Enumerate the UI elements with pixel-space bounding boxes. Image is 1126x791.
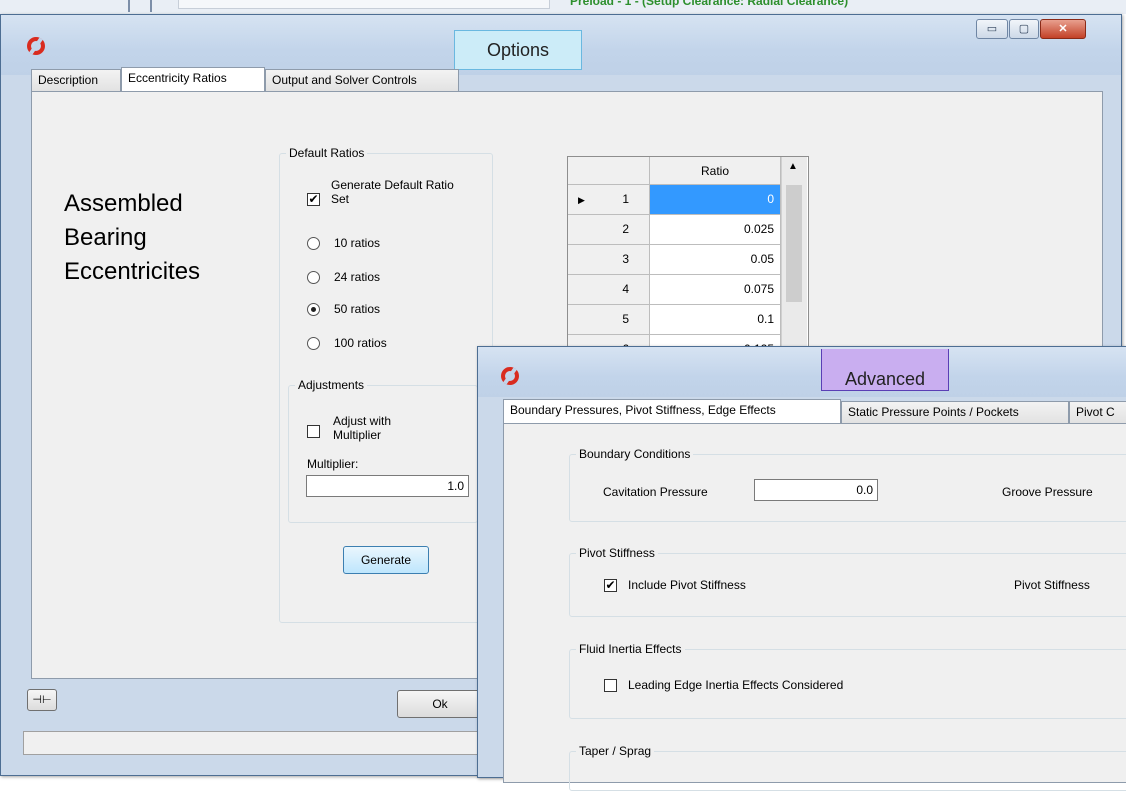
options-title: Options (454, 30, 582, 70)
cavitation-pressure-label: Cavitation Pressure (603, 485, 708, 499)
row-header[interactable]: 2 (568, 215, 650, 245)
tab-pivot[interactable]: Pivot C (1069, 401, 1126, 423)
ok-button[interactable]: Ok (397, 690, 483, 718)
adjust-multiplier-label: Adjust with Multiplier (333, 414, 392, 442)
tab-eccentricity-ratios[interactable]: Eccentricity Ratios (121, 67, 265, 91)
row-header[interactable]: ▶ 1 (568, 185, 650, 215)
adjustments-group: Adjustments (288, 378, 478, 523)
app-logo-icon (27, 37, 45, 55)
tab-static-pressure-points[interactable]: Static Pressure Points / Pockets (841, 401, 1069, 423)
group-legend: Adjustments (295, 378, 368, 392)
table-row[interactable]: ▶ 1 0 (568, 185, 781, 215)
background-divider (150, 0, 152, 12)
ratio-cell[interactable]: 0.025 (650, 215, 781, 245)
maximize-button[interactable]: ▢ (1009, 19, 1039, 39)
generate-default-checkbox[interactable]: ✔ (307, 193, 320, 206)
leading-edge-inertia-checkbox[interactable] (604, 679, 617, 692)
grid-corner-header (568, 157, 650, 185)
ratio-cell[interactable]: 0.1 (650, 305, 781, 335)
minimize-button[interactable]: ▭ (976, 19, 1008, 39)
row-header[interactable]: 3 (568, 245, 650, 275)
row-header[interactable]: 5 (568, 305, 650, 335)
advanced-window: Advanced Boundary Pressures, Pivot Stiff… (477, 346, 1126, 791)
heading-line: Bearing (64, 224, 147, 251)
close-button[interactable]: ✕ (1040, 19, 1086, 39)
leading-edge-inertia-label: Leading Edge Inertia Effects Considered (628, 678, 844, 692)
ratio-cell[interactable]: 0 (650, 185, 781, 215)
radio-50-ratios[interactable] (307, 303, 320, 316)
current-row-pointer-icon: ▶ (578, 195, 585, 205)
include-pivot-stiffness-checkbox[interactable]: ✔ (604, 579, 617, 592)
group-legend: Default Ratios (286, 146, 368, 160)
taper-sprag-group: Taper / Sprag (569, 744, 1126, 791)
row-number: 5 (622, 312, 629, 326)
background-field (178, 0, 550, 9)
cavitation-pressure-input[interactable]: 0.0 (754, 479, 878, 501)
group-legend: Taper / Sprag (576, 744, 655, 758)
grid-scrollbar[interactable]: ▲ (781, 157, 807, 367)
table-row[interactable]: 4 0.075 (568, 275, 781, 305)
multiplier-label: Multiplier: (307, 457, 359, 471)
grid-column-header-ratio[interactable]: Ratio (650, 157, 781, 185)
table-row[interactable]: 5 0.1 (568, 305, 781, 335)
group-legend: Fluid Inertia Effects (576, 642, 685, 656)
page-heading: Assembled Bearing Eccentricites (64, 187, 200, 289)
radio-label: 10 ratios (334, 236, 381, 250)
adjust-multiplier-checkbox[interactable] (307, 425, 320, 438)
row-number: 1 (622, 192, 629, 206)
row-number: 4 (622, 282, 629, 296)
radio-100-ratios[interactable] (307, 337, 320, 350)
radio-10-ratios[interactable] (307, 237, 320, 250)
radio-24-ratios[interactable] (307, 271, 320, 284)
pivot-stiffness-label: Pivot Stiffness (1014, 578, 1090, 592)
status-bar (23, 731, 493, 755)
ratio-cell[interactable]: 0.05 (650, 245, 781, 275)
table-row[interactable]: 3 0.05 (568, 245, 781, 275)
background-status-text: Preload - 1 - (Setup Clearance: Radial C… (570, 0, 849, 8)
pin-button[interactable]: ⊣⊢ (27, 689, 57, 711)
include-pivot-stiffness-label: Include Pivot Stiffness (628, 578, 746, 592)
background-window-strip: Preload - 1 - (Setup Clearance: Radial C… (0, 0, 1126, 14)
app-logo-icon (501, 367, 519, 385)
radio-label: 24 ratios (334, 270, 381, 284)
table-row[interactable]: 2 0.025 (568, 215, 781, 245)
heading-line: Eccentricites (64, 258, 201, 285)
tab-boundary-pressures[interactable]: Boundary Pressures, Pivot Stiffness, Edg… (503, 399, 841, 423)
scroll-thumb[interactable] (786, 185, 802, 302)
background-divider (128, 0, 130, 12)
advanced-title: Advanced (821, 349, 949, 391)
ratio-grid[interactable]: Ratio ▶ 1 0 2 0.025 3 0.05 4 0.075 5 0.1 … (567, 156, 809, 368)
multiplier-input[interactable]: 1.0 (306, 475, 469, 497)
heading-line: Assembled (64, 190, 183, 217)
advanced-titlebar[interactable] (478, 347, 1126, 397)
scroll-up-icon[interactable]: ▲ (788, 161, 798, 172)
group-legend: Pivot Stiffness (576, 546, 658, 560)
ratio-cell[interactable]: 0.075 (650, 275, 781, 305)
generate-button[interactable]: Generate (343, 546, 429, 574)
row-number: 2 (622, 222, 629, 236)
group-legend: Boundary Conditions (576, 447, 694, 461)
tab-description[interactable]: Description (31, 69, 121, 91)
row-number: 3 (622, 252, 629, 266)
tab-output-solver-controls[interactable]: Output and Solver Controls (265, 69, 459, 91)
groove-pressure-label: Groove Pressure (1002, 485, 1093, 499)
radio-label: 50 ratios (334, 302, 381, 316)
radio-label: 100 ratios (334, 336, 387, 350)
row-header[interactable]: 4 (568, 275, 650, 305)
generate-default-label: Generate Default Ratio Set (331, 178, 454, 206)
